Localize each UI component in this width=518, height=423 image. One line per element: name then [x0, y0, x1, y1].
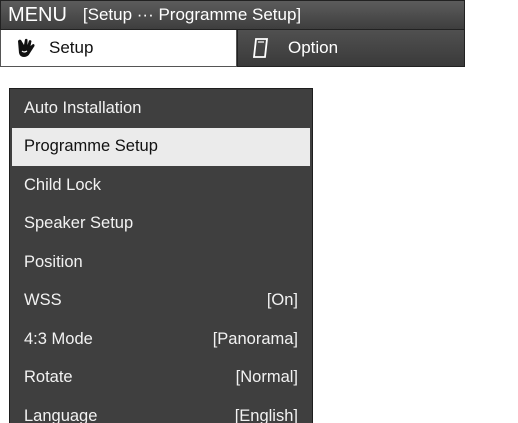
tab-setup-label: Setup	[49, 38, 94, 57]
tv-menu-screen: MENU [Setup ··· Programme Setup] Setup O…	[0, 0, 518, 423]
hand-icon	[15, 37, 37, 59]
menu-item-value: [Normal]	[235, 368, 298, 387]
menu-item-label: WSS	[24, 291, 62, 310]
tab-setup[interactable]: Setup	[0, 30, 237, 67]
menu-item-label: Language	[24, 406, 98, 423]
menu-item-rotate[interactable]: Rotate [Normal]	[10, 359, 312, 398]
menu-item-label: Rotate	[24, 368, 73, 387]
menu-item-value: [English]	[234, 406, 298, 423]
menu-item-programme-setup[interactable]: Programme Setup	[12, 127, 310, 166]
menu-item-position[interactable]: Position	[10, 243, 312, 282]
setup-menu-list: Auto Installation Programme Setup Child …	[9, 88, 313, 423]
menu-item-speaker-setup[interactable]: Speaker Setup	[10, 205, 312, 244]
menu-item-label: Auto Installation	[24, 98, 142, 117]
menu-item-label: Speaker Setup	[24, 214, 134, 233]
menu-title-bar: MENU [Setup ··· Programme Setup]	[0, 0, 465, 30]
menu-item-child-lock[interactable]: Child Lock	[10, 166, 312, 205]
menu-item-label: Position	[24, 252, 83, 271]
menu-item-label: Programme Setup	[24, 137, 158, 156]
tab-option[interactable]: Option	[237, 30, 465, 67]
menu-item-label: Child Lock	[24, 175, 102, 194]
menu-label: MENU	[8, 3, 67, 26]
menu-item-wss[interactable]: WSS [On]	[10, 282, 312, 321]
menu-item-4-3-mode[interactable]: 4:3 Mode [Panorama]	[10, 320, 312, 359]
tab-bar: Setup Option	[0, 30, 465, 67]
menu-item-auto-installation[interactable]: Auto Installation	[10, 89, 312, 128]
breadcrumb: [Setup ··· Programme Setup]	[82, 5, 302, 24]
menu-item-language[interactable]: Language [English]	[10, 397, 312, 423]
menu-item-label: 4:3 Mode	[24, 329, 93, 348]
tab-option-label: Option	[288, 38, 339, 57]
menu-item-value: [On]	[266, 291, 298, 310]
menu-item-value: [Panorama]	[212, 329, 298, 348]
remote-card-icon	[250, 37, 272, 59]
